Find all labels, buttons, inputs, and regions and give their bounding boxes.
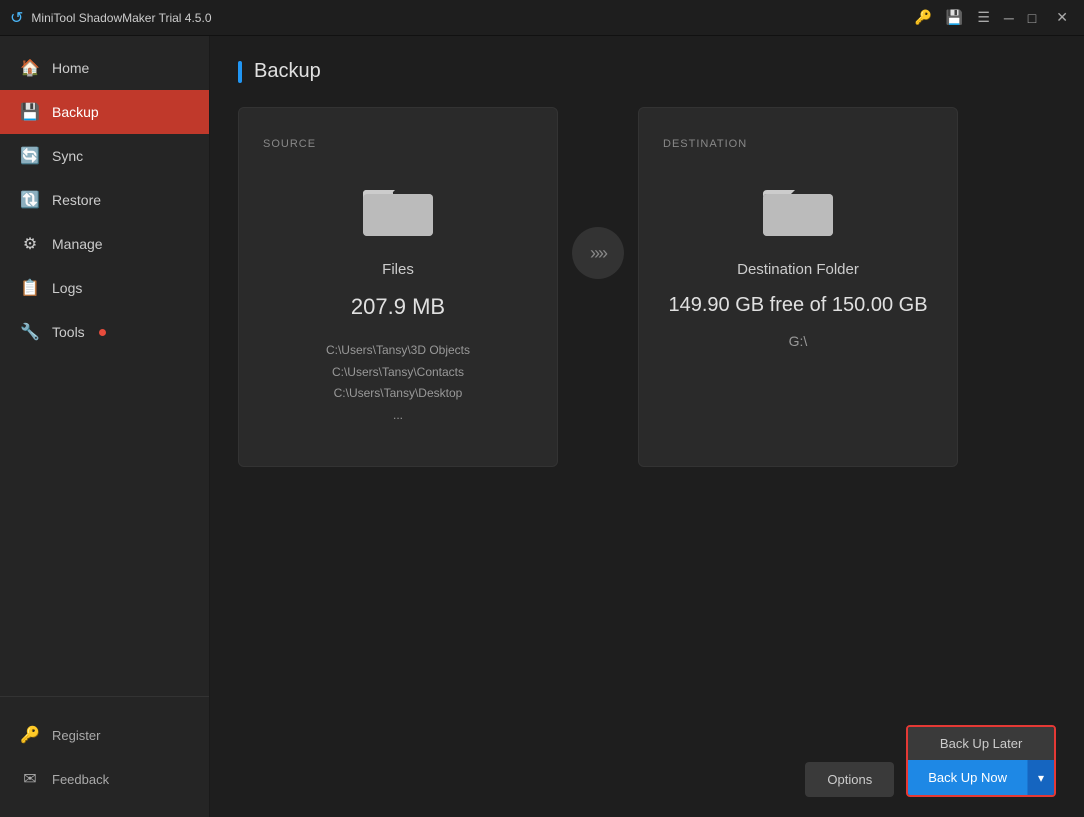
page-title: Backup (254, 60, 321, 83)
source-card-paths: C:\Users\Tansy\3D Objects C:\Users\Tansy… (326, 340, 470, 426)
back-up-now-button[interactable]: Back Up Now (908, 760, 1027, 795)
sidebar-item-label-tools: Tools (52, 324, 85, 340)
back-up-now-row: Back Up Now ▾ (908, 760, 1054, 795)
menu-icon[interactable]: ☰ (977, 9, 990, 26)
sidebar-item-label-backup: Backup (52, 104, 99, 120)
source-folder-icon (363, 180, 433, 241)
backup-now-group: Back Up Later Back Up Now ▾ (906, 725, 1056, 797)
bottom-bar: Options Back Up Later Back Up Now ▾ (238, 709, 1056, 797)
source-path-more: ... (326, 405, 470, 427)
app-logo-icon: ↺ (10, 8, 23, 28)
source-card-size: 207.9 MB (351, 294, 445, 320)
sidebar-item-label-restore: Restore (52, 192, 101, 208)
sidebar-item-label-register: Register (52, 728, 100, 743)
sidebar-nav: 🏠 Home 💾 Backup 🔄 Sync 🔃 Restore ⚙ Manag… (0, 36, 209, 696)
dest-card-label: DESTINATION (663, 138, 747, 150)
sidebar-item-logs[interactable]: 📋 Logs (0, 266, 209, 310)
save-icon[interactable]: 💾 (946, 9, 963, 26)
sidebar-item-label-logs: Logs (52, 280, 82, 296)
home-icon: 🏠 (20, 58, 40, 78)
restore-icon: 🔃 (20, 190, 40, 210)
logs-icon: 📋 (20, 278, 40, 298)
sidebar-item-restore[interactable]: 🔃 Restore (0, 178, 209, 222)
content-area: Backup SOURCE Files 207.9 MB (210, 36, 1084, 817)
sidebar-item-register[interactable]: 🔑 Register (0, 713, 209, 757)
backup-icon: 💾 (20, 102, 40, 122)
destination-card[interactable]: DESTINATION Destination Folder 149.90 GB… (638, 107, 958, 467)
title-bar: ↺ MiniTool ShadowMaker Trial 4.5.0 🔑 💾 ☰… (0, 0, 1084, 36)
source-path-2: C:\Users\Tansy\Contacts (326, 362, 470, 384)
sidebar-item-feedback[interactable]: ✉ Feedback (0, 757, 209, 801)
dest-card-free: 149.90 GB free of 150.00 GB (668, 294, 927, 317)
options-button[interactable]: Options (805, 762, 894, 797)
back-up-later-button[interactable]: Back Up Later (908, 727, 1054, 760)
source-path-1: C:\Users\Tansy\3D Objects (326, 340, 470, 362)
backup-cards-area: SOURCE Files 207.9 MB C:\Users\Tansy\3D … (238, 107, 1056, 709)
arrow-area: »» (558, 107, 638, 279)
dest-card-drive: G:\ (789, 333, 808, 349)
dest-card-type: Destination Folder (737, 261, 859, 278)
feedback-icon: ✉ (20, 769, 40, 789)
title-accent-bar (238, 61, 242, 83)
register-icon: 🔑 (20, 725, 40, 745)
sidebar-bottom: 🔑 Register ✉ Feedback (0, 696, 209, 817)
sidebar-item-manage[interactable]: ⚙ Manage (0, 222, 209, 266)
main-layout: 🏠 Home 💾 Backup 🔄 Sync 🔃 Restore ⚙ Manag… (0, 36, 1084, 817)
sync-icon: 🔄 (20, 146, 40, 166)
back-up-now-dropdown-button[interactable]: ▾ (1027, 760, 1054, 795)
sidebar-item-label-feedback: Feedback (52, 772, 109, 787)
app-title: MiniTool ShadowMaker Trial 4.5.0 (31, 11, 914, 25)
source-card[interactable]: SOURCE Files 207.9 MB C:\Users\Tansy\3D … (238, 107, 558, 467)
source-card-type: Files (382, 261, 414, 278)
manage-icon: ⚙ (20, 234, 40, 254)
sidebar: 🏠 Home 💾 Backup 🔄 Sync 🔃 Restore ⚙ Manag… (0, 36, 210, 817)
sidebar-item-backup[interactable]: 💾 Backup (0, 90, 209, 134)
source-path-3: C:\Users\Tansy\Desktop (326, 383, 470, 405)
title-bar-controls: 🔑 💾 ☰ ─ □ ✕ (914, 7, 1074, 28)
arrow-icon: »» (572, 227, 624, 279)
sidebar-item-label-manage: Manage (52, 236, 103, 252)
sidebar-item-label-sync: Sync (52, 148, 83, 164)
minimize-button[interactable]: ─ (1004, 10, 1014, 26)
page-title-area: Backup (238, 60, 1056, 83)
sidebar-item-tools[interactable]: 🔧 Tools (0, 310, 209, 354)
sidebar-item-label-home: Home (52, 60, 89, 76)
sidebar-item-sync[interactable]: 🔄 Sync (0, 134, 209, 178)
close-button[interactable]: ✕ (1050, 7, 1074, 28)
key-icon[interactable]: 🔑 (914, 9, 931, 26)
tools-icon: 🔧 (20, 322, 40, 342)
tools-notification-dot (99, 329, 106, 336)
source-card-label: SOURCE (263, 138, 316, 150)
dest-folder-icon (763, 180, 833, 241)
maximize-button[interactable]: □ (1028, 10, 1036, 26)
sidebar-item-home[interactable]: 🏠 Home (0, 46, 209, 90)
